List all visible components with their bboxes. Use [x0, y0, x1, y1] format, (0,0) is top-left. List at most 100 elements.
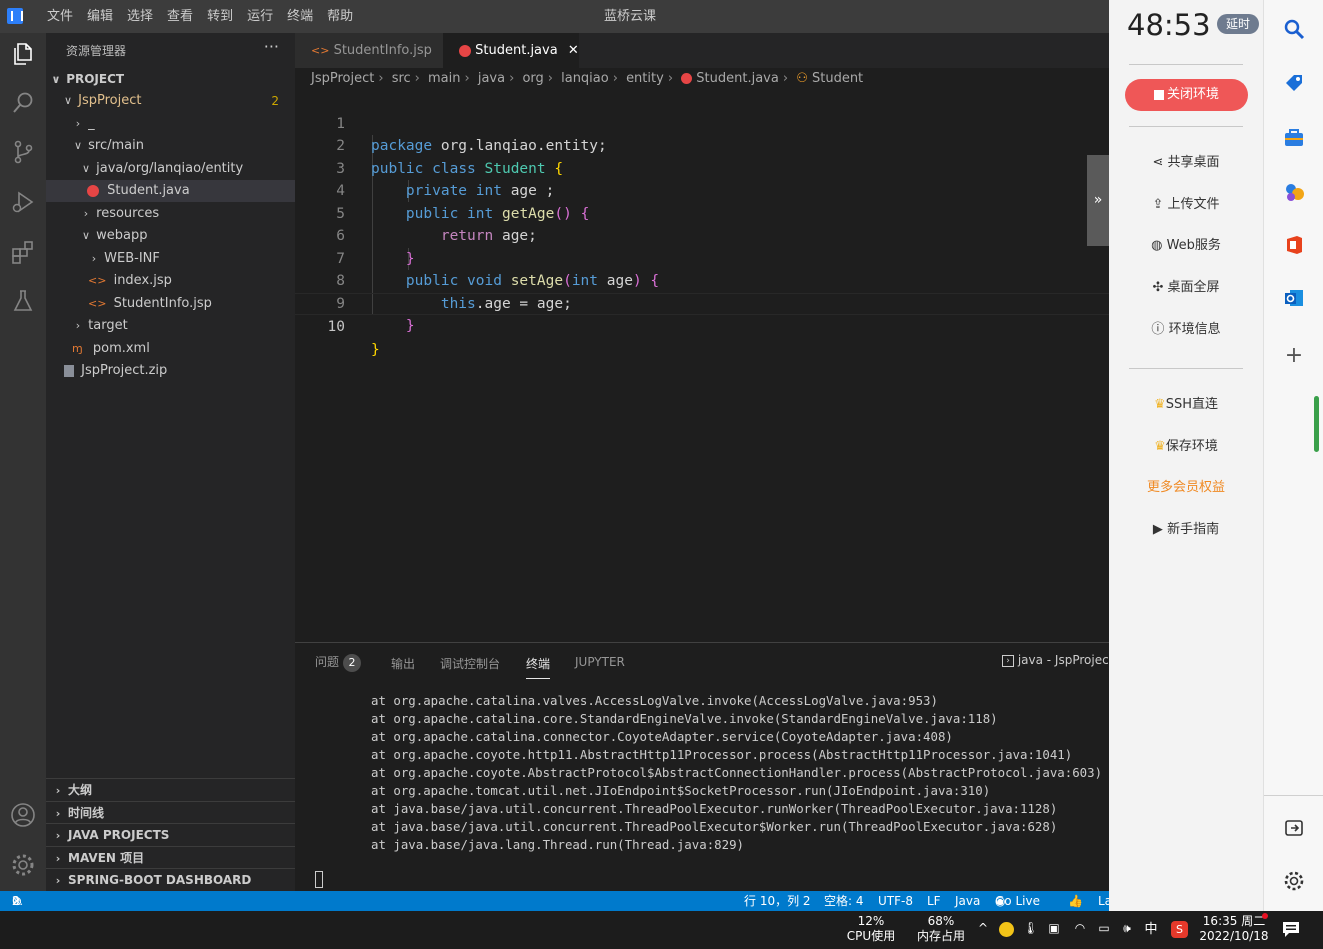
testing-icon[interactable] — [9, 287, 37, 315]
panel-tab-output[interactable]: 输出 — [391, 655, 415, 679]
search-icon[interactable] — [1283, 18, 1305, 40]
thermometer-icon[interactable]: 🌡 — [1023, 921, 1038, 936]
encoding[interactable]: UTF-8 — [878, 891, 913, 911]
session-timer: 48:53 — [1127, 8, 1211, 42]
settings-gear-icon[interactable] — [1283, 870, 1305, 892]
games-icon[interactable] — [1283, 181, 1305, 203]
menu-view[interactable]: 查看 — [160, 0, 200, 33]
tree-item-web-inf[interactable]: › WEB-INF — [46, 248, 295, 270]
indentation[interactable]: 空格: 4 — [824, 891, 864, 911]
beginner-guide-button[interactable]: ▶ 新手指南 — [1109, 519, 1263, 541]
collapse-panel-button[interactable]: » — [1087, 155, 1109, 246]
breadcrumb-item[interactable]: java — [478, 71, 505, 86]
breadcrumb-item[interactable]: lanqiao — [561, 71, 609, 86]
toolbox-icon[interactable] — [1283, 127, 1305, 149]
extend-time-button[interactable]: 延时 — [1217, 14, 1259, 34]
extensions-icon[interactable] — [9, 238, 37, 266]
breadcrumb-item[interactable]: Student — [812, 71, 863, 86]
ime-indicator[interactable]: 中 — [1142, 922, 1160, 937]
notification-center-icon[interactable] — [1282, 921, 1300, 938]
menu-selection[interactable]: 选择 — [120, 0, 160, 33]
more-actions-icon[interactable]: ··· — [264, 37, 279, 56]
tree-item-java-package[interactable]: ∨ java/org/lanqiao/entity — [46, 158, 295, 180]
feedback-icon[interactable]: 👍 — [1068, 891, 1083, 911]
close-environment-button[interactable]: 关闭环境 — [1125, 79, 1248, 111]
fullscreen-button[interactable]: ✣ 桌面全屏 — [1109, 277, 1263, 299]
breadcrumb-item[interactable]: src — [392, 71, 411, 86]
cursor-position[interactable]: 行 10，列 2 — [744, 891, 811, 911]
tree-item-underscore[interactable]: › _ — [46, 113, 295, 135]
tree-item-target[interactable]: › target — [46, 315, 295, 337]
breadcrumb-item[interactable]: JspProject — [311, 71, 374, 86]
close-tab-icon[interactable]: ✕ — [568, 43, 579, 58]
ssh-connect-button[interactable]: ♛SSH直连 — [1109, 394, 1263, 416]
project-root[interactable]: ∨ PROJECT — [46, 68, 295, 90]
window-title: 蓝桥云课 — [603, 9, 656, 24]
menu-terminal[interactable]: 终端 — [280, 0, 320, 33]
panel-tab-debug-console[interactable]: 调试控制台 — [440, 655, 500, 679]
panel-tab-problems[interactable]: 问题 2 — [315, 653, 362, 677]
office-icon[interactable] — [1283, 234, 1305, 256]
outlook-icon[interactable] — [1283, 287, 1305, 309]
tree-item-resources[interactable]: › resources — [46, 203, 295, 225]
tree-item-pom-xml[interactable]: ɱ pom.xml — [46, 338, 295, 360]
vip-benefits-link[interactable]: 更多会员权益 — [1109, 477, 1263, 499]
battery-icon[interactable]: ▭ — [1095, 921, 1113, 936]
search-icon[interactable] — [9, 89, 37, 117]
panel-tab-jupyter[interactable]: JUPYTER — [575, 655, 625, 679]
environment-info-button[interactable]: ⓘ 环境信息 — [1109, 319, 1263, 341]
input-method-icon[interactable]: S — [1171, 921, 1188, 938]
tree-item-jspproject-zip[interactable]: JspProject.zip — [46, 360, 295, 382]
menu-run[interactable]: 运行 — [240, 0, 280, 33]
wifi-icon[interactable]: ◠ — [1071, 921, 1089, 936]
code-line: 7 public void setAge(int age) { — [295, 225, 1109, 290]
section-timeline[interactable]: › 时间线 — [46, 801, 295, 823]
exit-sidebar-icon[interactable] — [1283, 817, 1305, 839]
tag-icon[interactable] — [1283, 72, 1305, 94]
tree-item-student-java[interactable]: Student.java — [46, 180, 295, 202]
terminal-cursor[interactable] — [315, 871, 323, 888]
menu-edit[interactable]: 编辑 — [80, 0, 120, 33]
section-outline[interactable]: › 大纲 — [46, 778, 295, 800]
share-desktop-button[interactable]: ⋖ 共享桌面 — [1109, 152, 1263, 174]
breadcrumb-item[interactable]: org — [522, 71, 543, 86]
add-icon[interactable]: + — [1283, 343, 1305, 368]
manage-gear-icon[interactable] — [9, 851, 37, 879]
tree-item-index-jsp[interactable]: <> index.jsp — [46, 270, 295, 292]
explorer-icon[interactable] — [9, 40, 37, 68]
section-spring-boot[interactable]: › SPRING-BOOT DASHBOARD — [46, 868, 295, 890]
network-alert-icon[interactable]: ▣ — [1045, 921, 1063, 936]
volume-icon[interactable]: 🕪 — [1118, 921, 1136, 936]
run-debug-icon[interactable] — [9, 188, 37, 216]
chevron-up-icon[interactable]: ^ — [976, 921, 990, 936]
menu-file[interactable]: 文件 — [40, 0, 80, 33]
save-environment-button[interactable]: ♛保存环境 — [1109, 436, 1263, 458]
tray-app-icon[interactable] — [999, 922, 1014, 937]
web-service-button[interactable]: ◍ Web服务 — [1109, 235, 1263, 257]
end-of-line[interactable]: LF — [927, 891, 941, 911]
tree-item-studentinfo-jsp[interactable]: <> StudentInfo.jsp — [46, 293, 295, 315]
tab-student-java[interactable]: Student.java ✕ — [443, 33, 579, 68]
tree-item-src-main[interactable]: ∨ src/main — [46, 135, 295, 157]
menu-go[interactable]: 转到 — [200, 0, 240, 33]
language-mode[interactable]: Java — [955, 891, 980, 911]
source-control-icon[interactable] — [9, 138, 37, 166]
accounts-icon[interactable] — [9, 801, 37, 829]
breadcrumb-item[interactable]: entity — [626, 71, 664, 86]
tree-item-jspproject[interactable]: ∨ JspProject 2 — [46, 90, 295, 112]
terminal-selector[interactable]: › java - JspProject — [1002, 653, 1113, 667]
section-java-projects[interactable]: › JAVA PROJECTS — [46, 823, 295, 845]
menu-help[interactable]: 帮助 — [320, 0, 360, 33]
terminal-line: at org.apache.catalina.valves.AccessLogV… — [371, 693, 938, 708]
panel-tab-terminal[interactable]: 终端 — [526, 655, 551, 679]
upload-file-button[interactable]: ⇪ 上传文件 — [1109, 194, 1263, 216]
section-maven[interactable]: › MAVEN 项目 — [46, 846, 295, 868]
tree-item-webapp[interactable]: ∨ webapp — [46, 225, 295, 247]
terminal-line: at org.apache.coyote.http11.AbstractHttp… — [371, 747, 1073, 762]
breadcrumb-item[interactable]: main — [428, 71, 460, 86]
clock[interactable]: 16:35 周二 2022/10/18 — [1197, 914, 1271, 944]
section-label: SPRING-BOOT DASHBOARD — [68, 873, 252, 887]
code-editor[interactable]: 1 package org.lanqiao.entity; 2 public c… — [295, 90, 1109, 642]
tab-studentinfo-jsp[interactable]: <> StudentInfo.jsp — [295, 33, 443, 68]
breadcrumb-item[interactable]: Student.java — [696, 71, 779, 86]
